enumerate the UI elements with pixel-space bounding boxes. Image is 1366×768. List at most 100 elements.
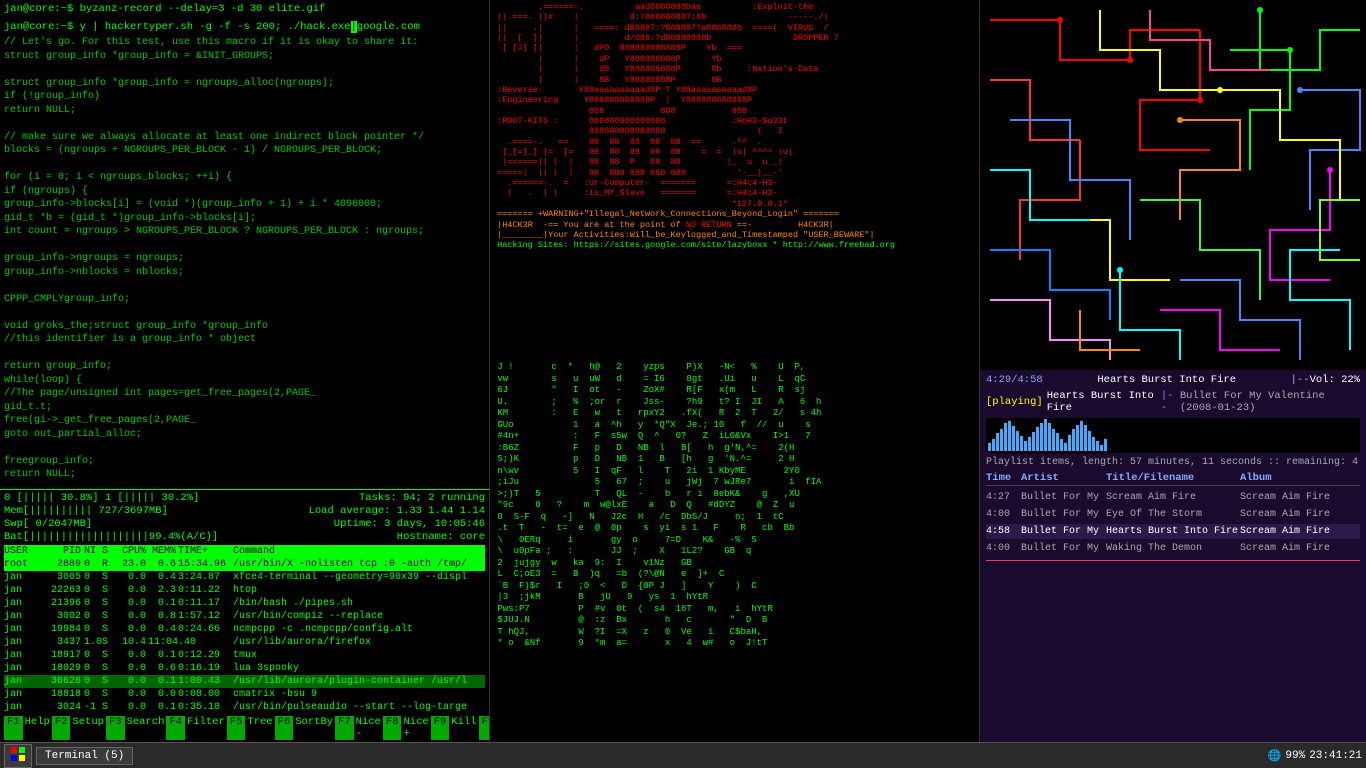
code-output: // Let's go. For this test, use this mac… (4, 36, 485, 482)
start-icon (11, 747, 25, 761)
f5-label: Tree (245, 716, 274, 740)
waveform-bar (1076, 425, 1079, 451)
track-artist: Bullet For My (1021, 541, 1106, 556)
track-album: Scream Aim Fire (1240, 524, 1360, 539)
maze-area (980, 0, 1366, 370)
waveform-bar (1088, 431, 1091, 451)
f3-key[interactable]: F3 (106, 716, 125, 740)
process-row[interactable]: jan 19984 0 S 0.0 0.4 0:24.66 ncmpcpp -c… (4, 623, 485, 636)
col-header-artist: Artist (1021, 472, 1106, 484)
main-area: jan@core:~$ byzanz-record --delay=3 -d 3… (0, 0, 1366, 742)
terminal-output: jan@core:~$ byzanz-record --delay=3 -d 3… (0, 0, 489, 489)
playlist-header: Time Artist Title/Filename Album (986, 472, 1360, 486)
load-info: Load average: 1.33 1.44 1.14 (309, 505, 485, 517)
hostname-info: Hostname: core (397, 531, 485, 543)
waveform-bar (1084, 425, 1087, 451)
now-playing-sep: |-- (1161, 390, 1176, 414)
process-row[interactable]: jan 21396 0 S 0.0 0.1 0:11.17 /bin/bash … (4, 597, 485, 610)
track-time: 4:00 (986, 507, 1021, 522)
waveform-bar (1064, 443, 1067, 451)
f8-key[interactable]: F8 (383, 716, 402, 740)
hacker-art-bottom: J ! c * h@ 2 yzps P)X -N< % U P, vw s u … (490, 360, 979, 742)
f6-key[interactable]: F6 (275, 716, 294, 740)
track-album: Scream Aim Fire (1240, 541, 1360, 556)
process-row[interactable]: jan 36626 0 S 0.0 0.1 1:00.43 /usr/lib/a… (4, 675, 485, 688)
volume-level: 99% (1285, 750, 1305, 762)
process-row[interactable]: jan 18917 0 S 0.0 0.1 0:12.29 tmux (4, 649, 485, 662)
waveform-bar (1008, 421, 1011, 451)
start-button[interactable] (4, 744, 32, 768)
now-playing-album: Bullet For My Valentine (2008-01-23) (1180, 390, 1360, 414)
process-row[interactable]: jan 3002 0 S 0.0 0.8 1:57.12 /usr/bin/co… (4, 610, 485, 623)
cpu-bar: 0 [||||| 30.8%] 1 [||||| 30.2%] (4, 492, 199, 504)
playlist-row[interactable]: 4:00 Bullet For My Eye Of The Storm Scre… (986, 507, 1360, 522)
waveform-bar (1080, 421, 1083, 451)
process-row[interactable]: root 2889 0 R 23.0 0.6 15:34.96 /usr/bin… (4, 558, 485, 571)
f9-label: Kill (449, 716, 478, 740)
f4-label: Filter (185, 716, 227, 740)
waveform-bar (1044, 419, 1047, 451)
col-header-time: Time (986, 472, 1021, 484)
f7-key[interactable]: F7 (335, 716, 354, 740)
right-panel: 4:29/4:58 Hearts Burst Into Fire |-- Vol… (980, 0, 1366, 742)
f1-key[interactable]: F1 (4, 716, 23, 740)
uptime-info: Uptime: 3 days, 10:05:46 (334, 518, 485, 530)
now-playing-track: Hearts Burst Into Fire (1047, 390, 1157, 414)
playlist-info: Playlist items, length: 57 minutes, 11 s… (986, 457, 1360, 468)
waveform-area (986, 418, 1360, 453)
waveform-bar (1048, 423, 1051, 451)
music-player: 4:29/4:58 Hearts Burst Into Fire |-- Vol… (980, 370, 1366, 742)
waveform-bar (1036, 427, 1039, 451)
f3-label: Search (125, 716, 167, 740)
waveform-bar (1000, 429, 1003, 451)
f4-key[interactable]: F4 (166, 716, 185, 740)
f5-key[interactable]: F5 (227, 716, 246, 740)
waveform-bar (988, 443, 991, 451)
taskbar-terminal[interactable]: Terminal (5) (36, 747, 133, 765)
process-row[interactable]: jan 3437 1.0 S 10.4 11:04.40 /usr/lib/au… (4, 636, 485, 649)
waveform-bar (1020, 436, 1023, 451)
process-row[interactable]: jan 3024 -1 S 0.0 0.1 0:35.10 /usr/bin/p… (4, 701, 485, 714)
track-artist: Bullet For My (1021, 490, 1106, 505)
f2-key[interactable]: F2 (52, 716, 71, 740)
player-separator: |-- (1291, 374, 1310, 386)
process-row[interactable]: jan 22263 0 S 0.0 2.3 0:11.22 htop (4, 584, 485, 597)
process-header: USER PID NI S CPU% MEM% TIME+ Command (4, 545, 485, 558)
process-row[interactable]: jan 18818 0 S 0.0 0.0 0:08.00 cmatrix -b… (4, 688, 485, 701)
playlist-row[interactable]: 4:00 Bullet For My Waking The Demon Scre… (986, 541, 1360, 556)
waveform-bar (1092, 437, 1095, 451)
taskbar-tray: 🌐 99% 23:41:21 (1268, 749, 1362, 763)
prompt-1: jan@core:~$ byzanz-record --delay=3 -d 3… (4, 2, 485, 16)
waveform-bar (1032, 432, 1035, 451)
f9-key[interactable]: F9 (431, 716, 450, 740)
f1-label: Help (23, 716, 52, 740)
track-artist: Bullet For My (1021, 524, 1106, 539)
playlist-row-active[interactable]: 4:58 Bullet For My Hearts Burst Into Fir… (986, 524, 1360, 539)
playlist-row[interactable]: 4:27 Bullet For My Scream Aim Fire Screa… (986, 490, 1360, 505)
process-row[interactable]: jan 18029 0 S 0.0 0.6 0:16.19 lua 3spook… (4, 662, 485, 675)
tasks-info: Tasks: 94; 2 running (359, 492, 485, 504)
prompt-2: jan@core:~$ y | hackertyper.sh -g -f -s … (4, 20, 485, 34)
col-header-title: Title/Filename (1106, 472, 1240, 484)
track-title: Scream Aim Fire (1106, 490, 1240, 505)
player-separator-line (986, 560, 1360, 561)
track-title: Waking The Demon (1106, 541, 1240, 556)
track-time: 4:27 (986, 490, 1021, 505)
now-playing-row: [playing] Hearts Burst Into Fire |-- Bul… (986, 390, 1360, 414)
swp-bar: Swp[ 0/2047MB] (4, 518, 92, 530)
track-title: Hearts Burst Into Fire (1106, 524, 1240, 539)
waveform-bar (1040, 423, 1043, 451)
player-status: [playing] (986, 396, 1043, 408)
process-row[interactable]: jan 3005 0 S 0.0 0.4 3:24.87 xfce4-termi… (4, 571, 485, 584)
f6-label: SortBy (293, 716, 335, 740)
player-top: 4:29/4:58 Hearts Burst Into Fire |-- Vol… (986, 374, 1360, 386)
hacker-art-top: .======-. aad8888888baa :Exploit-the ||.… (490, 0, 979, 360)
f10-key[interactable]: F10 (479, 716, 490, 740)
waveform-bar (1100, 445, 1103, 451)
waveform-bar (1056, 433, 1059, 451)
f2-label: Setup (70, 716, 106, 740)
waveform-bar (992, 439, 995, 451)
waveform-bar (1024, 441, 1027, 451)
f7-label: Nice - (354, 716, 383, 740)
waveform-bar (1028, 437, 1031, 451)
